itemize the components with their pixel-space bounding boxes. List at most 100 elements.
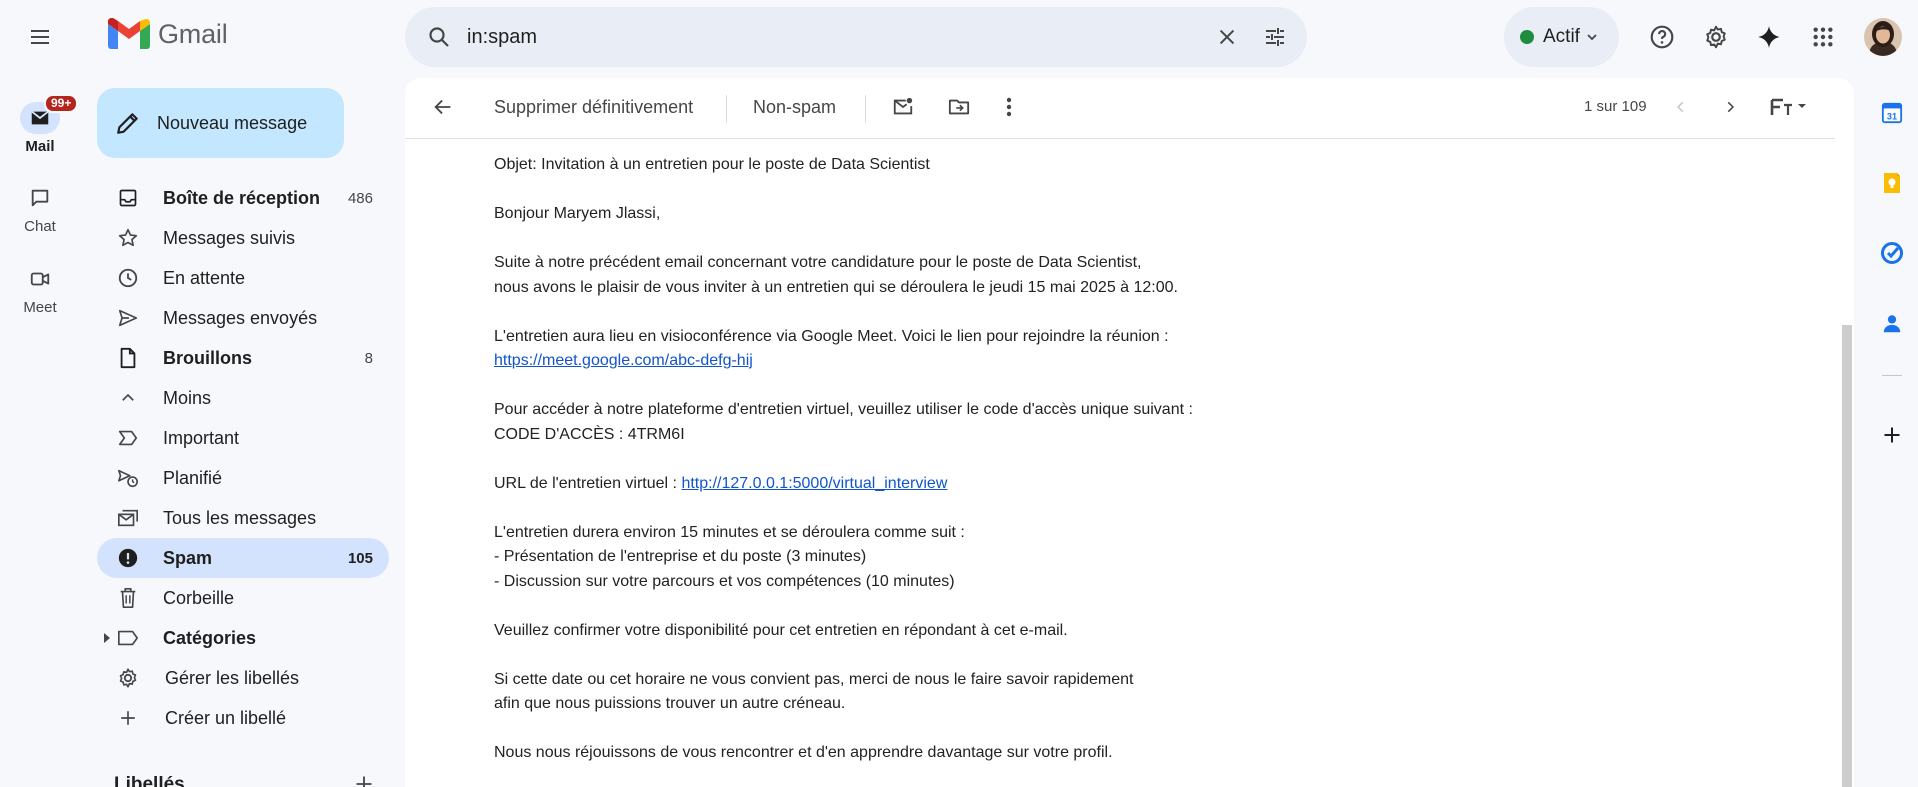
pencil-icon <box>115 110 141 136</box>
contacts-button[interactable] <box>1872 304 1912 344</box>
newer-button[interactable] <box>1663 87 1699 127</box>
tasks-button[interactable] <box>1872 233 1912 273</box>
inbox-icon <box>117 187 139 209</box>
arrow-back-icon <box>432 96 454 118</box>
main-menu-button[interactable] <box>20 19 60 55</box>
input-tools-icon <box>1770 97 1810 117</box>
nav-item-spam[interactable]: Spam 105 <box>97 538 389 578</box>
nav-item-snoozed[interactable]: En attente <box>97 258 389 298</box>
nav-label: Planifié <box>163 467 223 488</box>
apps-grid-icon <box>1812 26 1834 48</box>
search-options-button[interactable] <box>1251 13 1299 61</box>
nav-item-drafts[interactable]: Brouillons 8 <box>97 338 389 378</box>
search-button[interactable] <box>421 19 457 55</box>
clear-search-button[interactable] <box>1203 13 1251 61</box>
settings-button[interactable] <box>1694 15 1738 59</box>
scheduled-icon <box>117 467 139 489</box>
email-text: Si cette date ou cet horaire ne vous con… <box>494 670 1134 688</box>
tune-icon <box>1263 25 1287 49</box>
nav-label: Tous les messages <box>163 507 317 528</box>
keep-lightbulb-icon <box>1882 171 1902 195</box>
toolbar-divider <box>865 95 866 123</box>
interview-link[interactable]: http://127.0.0.1:5000/virtual_interview <box>681 475 947 492</box>
rail-item-chat[interactable]: Chat <box>0 182 80 235</box>
get-addons-button[interactable] <box>1872 415 1912 455</box>
nav-item-all-mail[interactable]: Tous les messages <box>97 498 389 538</box>
expand-arrow-icon <box>103 633 111 643</box>
message-toolbar: Supprimer définitivement Non-spam 1 sur … <box>405 78 1835 139</box>
rail-label-chat: Chat <box>24 218 56 235</box>
app-name: Gmail <box>158 18 228 49</box>
side-panel-divider <box>1882 375 1902 376</box>
rail-item-meet[interactable]: Meet <box>0 263 80 316</box>
email-text: L'entretien durera environ 15 minutes et… <box>494 523 965 541</box>
help-button[interactable] <box>1640 15 1684 59</box>
email-text: nous avons le plaisir de vous inviter à … <box>494 278 1178 296</box>
search-input[interactable] <box>467 25 1203 49</box>
mark-unread-button[interactable] <box>883 87 923 127</box>
more-vert-icon <box>1006 97 1012 117</box>
trash-icon <box>117 587 139 609</box>
important-icon <box>117 427 139 449</box>
nav-label: En attente <box>163 267 246 288</box>
mark-unread-icon <box>892 96 914 118</box>
calendar-icon: 31 <box>1881 102 1903 124</box>
email-subject-line: Objet: Invitation à un entretien pour le… <box>494 156 930 173</box>
gmail-logo[interactable]: Gmail <box>108 18 228 50</box>
plus-icon <box>117 707 139 729</box>
nav-item-create-label[interactable]: Créer un libellé <box>97 698 389 738</box>
scrollbar[interactable] <box>1840 78 1854 787</box>
more-options-button[interactable] <box>989 87 1029 127</box>
compose-button[interactable]: Nouveau message <box>97 88 344 158</box>
email-body: Objet: Invitation à un entretien pour le… <box>494 153 1774 787</box>
nav-item-inbox[interactable]: Boîte de réception 486 <box>97 178 389 218</box>
tasks-check-icon <box>1880 241 1904 265</box>
gear-icon <box>117 667 139 689</box>
nav-count: 105 <box>347 549 373 567</box>
rail-item-mail[interactable]: 99+ Mail <box>0 94 80 155</box>
chevron-right-icon <box>1723 100 1737 114</box>
scrollbar-thumb[interactable] <box>1842 325 1852 787</box>
calendar-day: 31 <box>1887 111 1897 121</box>
gear-icon <box>1703 24 1729 50</box>
email-text: URL de l'entretien virtuel : <box>494 474 682 492</box>
nav-item-trash[interactable]: Corbeille <box>97 578 389 618</box>
move-to-button[interactable] <box>939 87 979 127</box>
calendar-button[interactable]: 31 <box>1872 93 1912 133</box>
status-selector[interactable]: Actif <box>1504 7 1619 67</box>
google-apps-button[interactable] <box>1801 15 1845 59</box>
nav-item-scheduled[interactable]: Planifié <box>97 458 389 498</box>
nav-label: Créer un libellé <box>165 707 287 728</box>
nav-item-categories[interactable]: Catégories <box>97 618 389 658</box>
chat-icon <box>29 187 51 209</box>
add-label-plus-icon[interactable] <box>354 774 374 787</box>
back-button[interactable] <box>423 87 463 127</box>
email-text: afin que nous puissions trouver un autre… <box>494 695 846 712</box>
nav-item-manage-labels[interactable]: Gérer les libellés <box>97 658 389 698</box>
move-to-folder-icon <box>948 96 970 118</box>
nav-count: 8 <box>364 349 373 367</box>
gemini-button[interactable] <box>1747 15 1791 59</box>
nav-item-important[interactable]: Important <box>97 418 389 458</box>
rail-label-meet: Meet <box>23 299 57 316</box>
toolbar-divider <box>726 95 727 123</box>
labels-heading: Libellés <box>114 774 185 787</box>
email-text: L'entretien aura lieu en visioconférence… <box>494 327 1169 345</box>
rail-label-mail: Mail <box>25 138 55 155</box>
status-label: Actif <box>1543 26 1580 47</box>
older-button[interactable] <box>1712 87 1748 127</box>
message-panel: Supprimer définitivement Non-spam 1 sur … <box>405 78 1854 787</box>
keep-button[interactable] <box>1872 163 1912 203</box>
meet-link[interactable]: https://meet.google.com/abc-defg-hij <box>494 352 753 369</box>
help-icon <box>1649 24 1675 50</box>
nav-item-less[interactable]: Moins <box>97 378 389 418</box>
nav-item-starred[interactable]: Messages suivis <box>97 218 389 258</box>
nav-label: Gérer les libellés <box>165 667 300 688</box>
not-spam-button[interactable]: Non-spam <box>753 87 836 127</box>
email-text: Veuillez confirmer votre disponibilité p… <box>494 621 1068 639</box>
chevron-down-icon <box>1586 31 1598 43</box>
nav-item-sent[interactable]: Messages envoyés <box>97 298 389 338</box>
delete-forever-button[interactable]: Supprimer définitivement <box>494 87 693 127</box>
input-tools-button[interactable] <box>1765 87 1815 127</box>
nav-label: Corbeille <box>163 587 235 608</box>
